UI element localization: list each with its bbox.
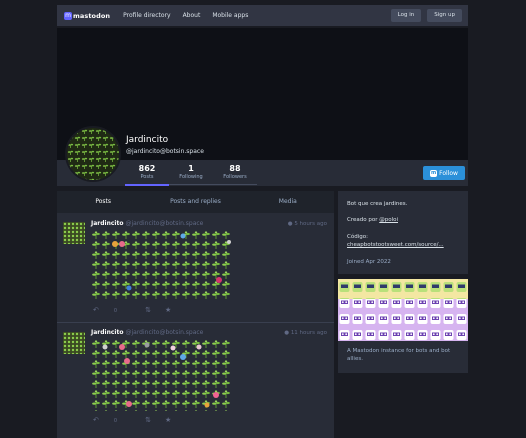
reply-count: 0 bbox=[113, 308, 118, 314]
profile-header-image bbox=[57, 28, 468, 160]
post-author-name: Jardincito bbox=[91, 220, 124, 227]
nav-mobile-apps[interactable]: Mobile apps bbox=[212, 12, 248, 19]
joined-date: Joined Apr 2022 bbox=[347, 259, 391, 265]
reply-icon: ↶ bbox=[93, 416, 99, 424]
created-by-label: Creado por bbox=[347, 217, 380, 223]
garden-avatar-image bbox=[63, 332, 85, 354]
garden-emoji-art bbox=[91, 230, 231, 300]
follow-button-label: Follow bbox=[439, 169, 458, 177]
stat-posts[interactable]: 862 Posts bbox=[125, 164, 169, 180]
stat-posts-value: 862 bbox=[138, 164, 156, 173]
post-feed: Jardincito @jardincito@botsin.space ● 5 h… bbox=[57, 213, 334, 438]
favourite-star-icon[interactable]: ★ bbox=[165, 416, 171, 424]
post-author-name: Jardincito bbox=[91, 329, 124, 336]
stat-posts-label: Posts bbox=[140, 174, 154, 180]
top-navigation-bar: m mastodon Profile directory About Mobil… bbox=[57, 5, 468, 26]
reply-count: 0 bbox=[113, 418, 118, 424]
profile-bio: Bot que crea jardines. bbox=[347, 201, 408, 207]
logo-wordmark: mastodon bbox=[73, 11, 111, 20]
post-timestamp[interactable]: ● 5 hours ago bbox=[288, 221, 327, 227]
creator-link[interactable]: @poloi bbox=[379, 217, 398, 223]
avatar[interactable] bbox=[65, 126, 121, 182]
boost-icon[interactable]: ⇅ bbox=[145, 416, 151, 424]
stat-following[interactable]: 1 Following bbox=[169, 164, 213, 180]
globe-icon: ● bbox=[287, 221, 293, 227]
created-by: Creado por @poloi bbox=[347, 217, 398, 223]
stat-following-label: Following bbox=[179, 174, 203, 180]
instance-description: A Mastodon instance for bots and bot all… bbox=[347, 348, 451, 362]
signup-button[interactable]: Sign up bbox=[427, 9, 462, 22]
stat-followers[interactable]: 88 Followers bbox=[213, 164, 257, 180]
post-time: 11 hours ago bbox=[290, 330, 327, 336]
mastodon-logo[interactable]: m mastodon bbox=[64, 11, 111, 20]
post-author[interactable]: Jardincito @jardincito@botsin.space bbox=[91, 329, 203, 336]
stat-following-value: 1 bbox=[188, 164, 194, 173]
post-item[interactable]: Jardincito @jardincito@botsin.space ● 11 … bbox=[57, 323, 334, 438]
post-author-handle: @jardincito@botsin.space bbox=[125, 329, 204, 336]
nav-about[interactable]: About bbox=[183, 12, 201, 19]
post-garden-emoji-grid bbox=[91, 339, 231, 411]
post-author-handle: @jardincito@botsin.space bbox=[125, 220, 204, 227]
nav-profile-directory[interactable]: Profile directory bbox=[123, 12, 170, 19]
tab-media[interactable]: Media bbox=[242, 191, 334, 213]
post-author[interactable]: Jardincito @jardincito@botsin.space bbox=[91, 220, 203, 227]
reply-icon: ↶ bbox=[93, 306, 99, 314]
profile-handle: @jardincito@botsin.space bbox=[126, 148, 204, 155]
post-actions: ↶ 0 ⇅ ★ bbox=[93, 416, 185, 424]
follow-button[interactable]: m Follow bbox=[423, 166, 465, 180]
stat-followers-value: 88 bbox=[229, 164, 241, 173]
favourite-star-icon[interactable]: ★ bbox=[165, 306, 171, 314]
active-stat-indicator bbox=[125, 184, 169, 186]
mastodon-icon: m bbox=[64, 11, 72, 20]
post-timestamp[interactable]: ● 11 hours ago bbox=[284, 330, 327, 336]
post-item[interactable]: Jardincito @jardincito@botsin.space ● 5 h… bbox=[57, 213, 334, 322]
post-actions: ↶ 0 ⇅ ★ bbox=[93, 306, 185, 314]
garden-avatar-image bbox=[63, 222, 85, 244]
source-code-link[interactable]: cheapbotstootsweet.com/source/... bbox=[347, 242, 444, 248]
reply-button[interactable]: ↶ 0 bbox=[93, 306, 131, 314]
instance-banner-image bbox=[338, 279, 468, 341]
post-time: 5 hours ago bbox=[294, 221, 327, 227]
boost-icon[interactable]: ⇅ bbox=[145, 306, 151, 314]
stat-followers-label: Followers bbox=[223, 174, 247, 180]
login-button[interactable]: Log in bbox=[390, 9, 422, 22]
post-avatar[interactable] bbox=[63, 222, 85, 244]
tab-posts[interactable]: Posts bbox=[57, 191, 149, 213]
profile-display-name: Jardincito bbox=[126, 135, 169, 145]
code-label: Código: bbox=[347, 234, 368, 240]
bot-pattern-banner bbox=[338, 279, 468, 341]
stat-divider bbox=[169, 184, 257, 185]
garden-emoji-art bbox=[91, 339, 231, 411]
tab-posts-and-replies[interactable]: Posts and replies bbox=[149, 191, 241, 213]
globe-icon: ● bbox=[284, 330, 290, 336]
mastodon-icon: m bbox=[430, 169, 438, 177]
post-garden-emoji-grid bbox=[91, 230, 231, 300]
reply-button[interactable]: ↶ 0 bbox=[93, 416, 131, 424]
post-avatar[interactable] bbox=[63, 332, 85, 354]
profile-tabs: Posts Posts and replies Media bbox=[57, 191, 334, 213]
